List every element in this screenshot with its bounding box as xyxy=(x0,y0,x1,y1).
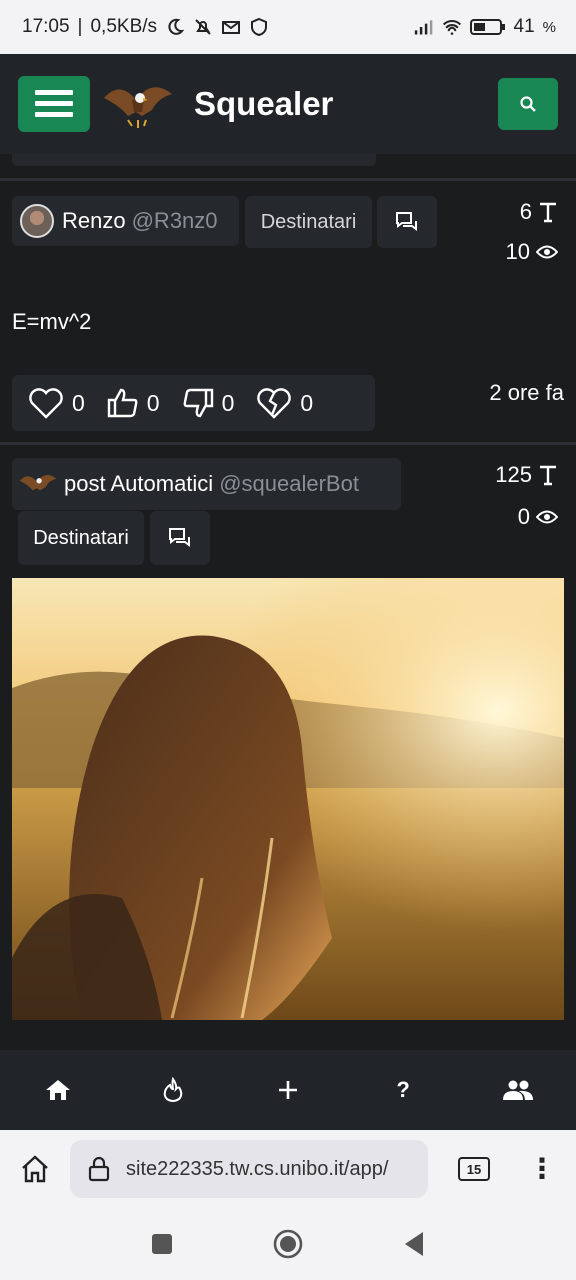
text-size-icon xyxy=(540,465,556,486)
char-count: 125 xyxy=(495,462,558,488)
people-icon xyxy=(503,1080,534,1100)
dislike-count: 0 xyxy=(221,389,235,416)
post-separator xyxy=(0,178,576,181)
shield-icon xyxy=(251,17,268,37)
status-time: 17:05 xyxy=(22,16,70,37)
eye-icon xyxy=(536,245,558,259)
comments-icon xyxy=(169,528,190,547)
post-separator xyxy=(0,442,576,445)
help-button[interactable]: ? xyxy=(373,1060,433,1120)
recipients-label: Destinatari xyxy=(260,210,357,233)
trending-button[interactable] xyxy=(143,1060,203,1120)
back-icon[interactable] xyxy=(403,1231,425,1257)
dislike-reaction[interactable]: 0 xyxy=(182,388,235,418)
comments-button[interactable] xyxy=(377,196,437,248)
like-reaction[interactable]: 0 xyxy=(107,388,160,418)
heart-count: 0 xyxy=(72,389,85,416)
eagle-logo-icon[interactable] xyxy=(102,76,174,132)
app-header: Squealer xyxy=(0,54,576,154)
network-speed: 0,5KB/s xyxy=(90,16,158,37)
search-button[interactable] xyxy=(498,78,558,130)
home-button[interactable] xyxy=(28,1060,88,1120)
char-count: 6 xyxy=(520,199,558,225)
people-button[interactable] xyxy=(488,1060,548,1120)
char-count-value: 125 xyxy=(495,462,532,487)
post-time: 2 ore fa xyxy=(489,380,564,405)
app-title[interactable]: Squealer xyxy=(194,85,333,123)
signal-icon xyxy=(414,20,432,35)
moon-icon xyxy=(168,18,185,35)
bottom-nav: ? xyxy=(0,1050,576,1130)
recents-icon[interactable] xyxy=(151,1233,173,1255)
avatar xyxy=(19,475,57,491)
post-image[interactable] xyxy=(12,578,564,1020)
recipients-button[interactable]: Destinatari xyxy=(245,196,372,248)
eye-icon xyxy=(536,510,558,524)
battery-level: 41 xyxy=(513,16,535,37)
author-chip[interactable]: post Automatici @squealerBot xyxy=(12,458,401,510)
mail-icon xyxy=(222,21,241,34)
feed: Renzo @R3nz0 Destinatari 6 10 E=mv^2 0 0 xyxy=(0,154,576,1050)
menu-button[interactable] xyxy=(18,76,90,132)
view-count-value: 0 xyxy=(517,504,530,529)
avatar xyxy=(20,204,54,238)
home-circle-icon[interactable] xyxy=(273,1229,303,1259)
browser-toolbar: site222335.tw.cs.unibo.it/app/ 15 ⋮ xyxy=(0,1130,576,1208)
thumbs-up-icon xyxy=(107,388,138,418)
author-handle: @squealerBot xyxy=(219,471,359,496)
view-count: 0 xyxy=(518,504,558,530)
status-separator: | xyxy=(77,16,83,37)
more-options-icon[interactable]: ⋮ xyxy=(528,1155,556,1183)
tab-count: 15 xyxy=(466,1161,482,1177)
text-size-icon xyxy=(540,202,556,223)
view-count-value: 10 xyxy=(505,239,530,264)
previous-post-reactions xyxy=(12,154,376,166)
comments-icon xyxy=(396,212,417,231)
plus-icon xyxy=(278,1081,297,1099)
post-text: E=mv^2 xyxy=(12,309,92,334)
post-image-photo xyxy=(12,578,564,1020)
system-nav xyxy=(0,1208,576,1280)
author-handle: @R3nz0 xyxy=(131,208,218,233)
view-count: 10 xyxy=(506,239,558,265)
search-icon xyxy=(520,96,536,112)
char-count-value: 6 xyxy=(519,199,532,224)
fire-icon xyxy=(163,1077,183,1102)
help-icon: ? xyxy=(396,1077,410,1102)
lock-icon xyxy=(88,1156,110,1182)
url-text: site222335.tw.cs.unibo.it/app/ xyxy=(126,1157,389,1180)
heartbreak-count: 0 xyxy=(300,389,314,416)
broken-heart-icon xyxy=(257,388,292,419)
wifi-icon xyxy=(442,20,461,35)
heartbreak-reaction[interactable]: 0 xyxy=(256,387,313,419)
recipients-label: Destinatari xyxy=(33,526,129,549)
thumbs-down-icon xyxy=(183,388,213,418)
heart-icon xyxy=(29,388,63,419)
new-post-button[interactable] xyxy=(258,1060,318,1120)
status-bar: 17:05 | 0,5KB/s 41% xyxy=(0,0,576,54)
hamburger-icon xyxy=(35,90,73,117)
author-name: Renzo xyxy=(62,208,126,233)
heart-reaction[interactable]: 0 xyxy=(28,387,85,419)
browser-home-icon[interactable] xyxy=(20,1154,50,1184)
tabs-button[interactable]: 15 xyxy=(458,1157,490,1181)
bell-off-icon xyxy=(195,19,211,35)
reaction-bar: 0 0 0 0 xyxy=(12,375,375,431)
like-count: 0 xyxy=(146,389,160,416)
battery-icon xyxy=(469,19,505,35)
author-chip[interactable]: Renzo @R3nz0 xyxy=(12,196,239,246)
url-bar[interactable]: site222335.tw.cs.unibo.it/app/ xyxy=(70,1140,428,1198)
home-icon xyxy=(45,1080,70,1100)
recipients-button[interactable]: Destinatari xyxy=(18,511,144,565)
comments-button[interactable] xyxy=(150,511,210,565)
percent-sign: % xyxy=(542,18,556,36)
author-name: post Automatici xyxy=(64,471,214,496)
